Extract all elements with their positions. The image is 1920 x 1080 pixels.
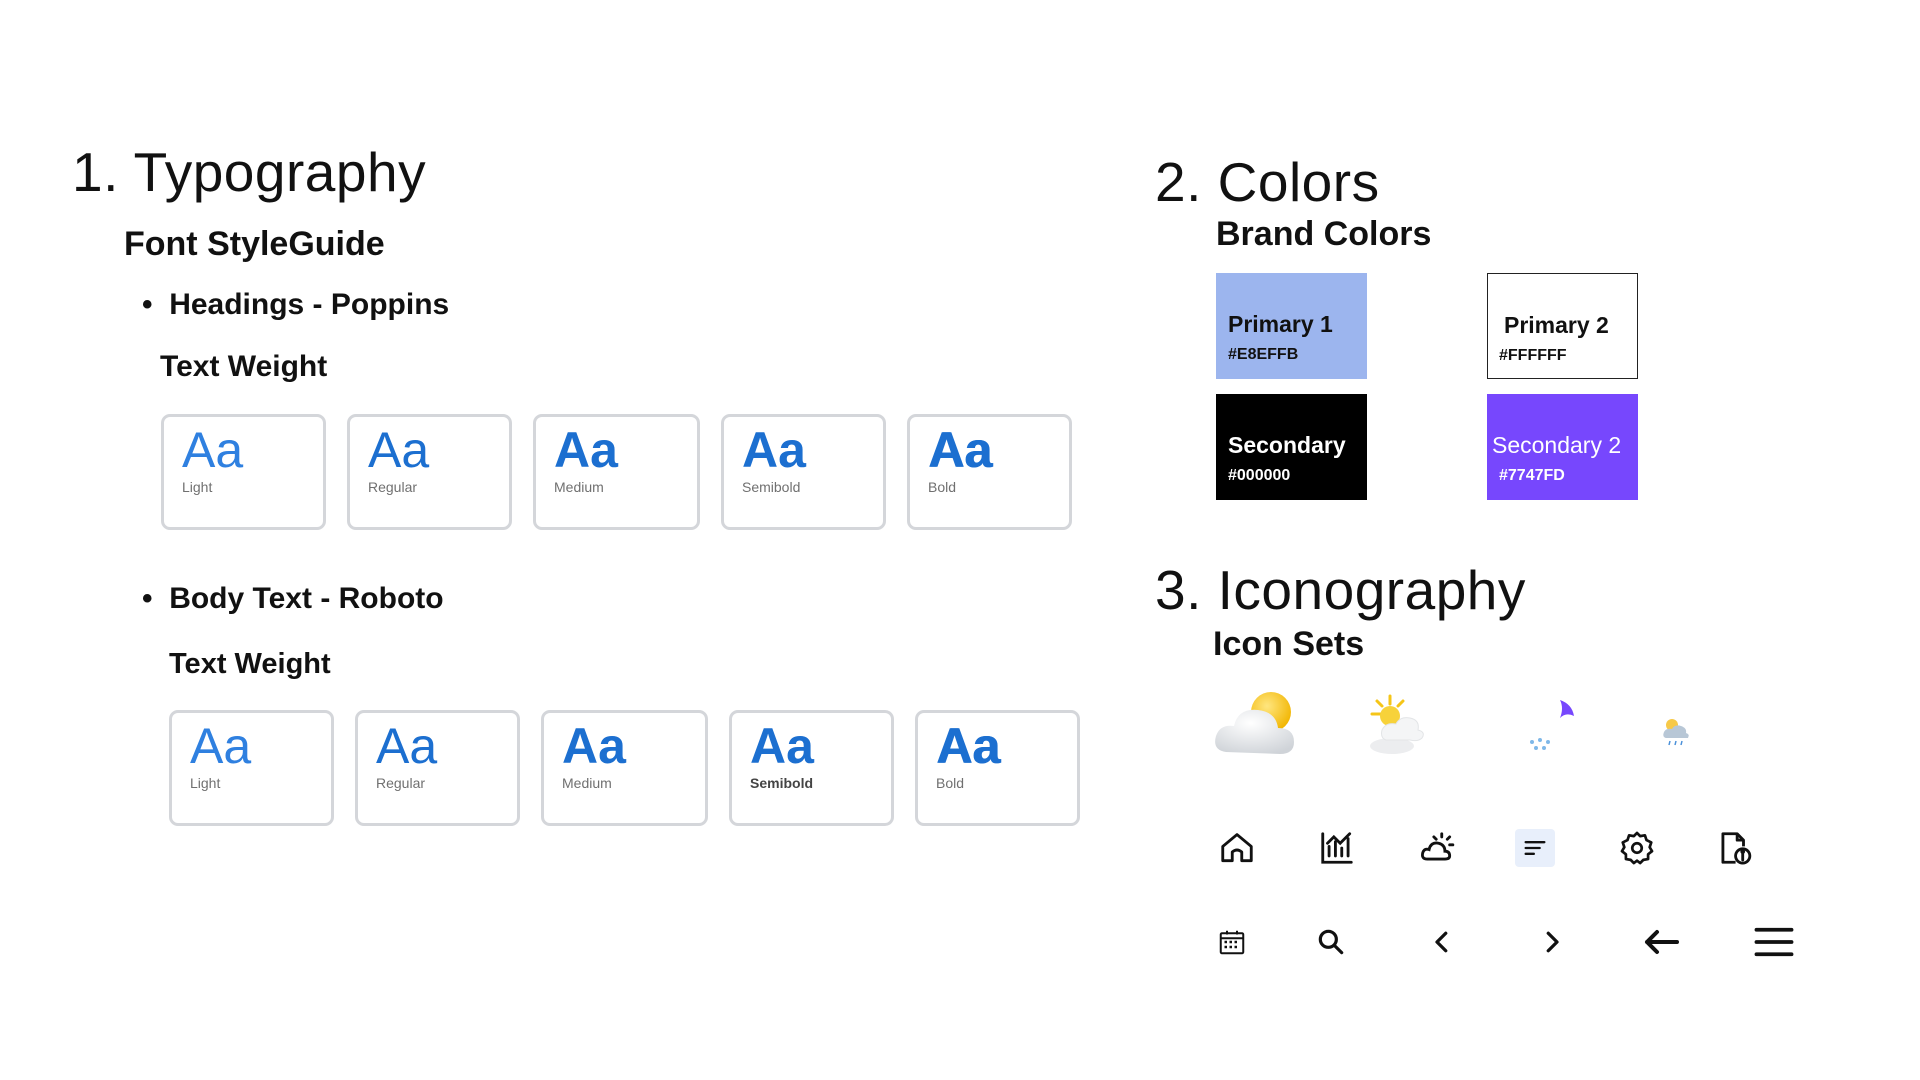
heading-sample-light: Aa — [182, 422, 244, 478]
sort-lines-icon[interactable] — [1515, 829, 1555, 867]
body-sample-bold: Aa — [936, 718, 1000, 774]
heading-weight-card-light: Aa Light — [161, 414, 326, 530]
body-sample-medium: Aa — [562, 718, 626, 774]
swatch-hex: #E8EFFB — [1228, 346, 1299, 363]
body-weight-card-medium: Aa Medium — [541, 710, 708, 826]
heading-weight-label: Semibold — [742, 479, 801, 495]
gear-icon[interactable] — [1615, 826, 1659, 870]
swatch-name: Primary 1 — [1228, 311, 1333, 337]
icon-sets-heading: Icon Sets — [1213, 625, 1365, 663]
headings-text-weight-title: Text Weight — [160, 350, 328, 383]
heading-weight-card-regular: Aa Regular — [347, 414, 512, 530]
swatch-name: Secondary 2 — [1492, 432, 1622, 458]
body-text-bullet: • Body Text - Roboto — [142, 582, 444, 616]
chevron-right-icon[interactable] — [1530, 920, 1574, 964]
search-icon[interactable] — [1309, 920, 1353, 964]
swatch-hex: #FFFFFF — [1499, 347, 1567, 364]
body-weight-label: Regular — [376, 775, 426, 791]
chevron-left-icon[interactable] — [1420, 920, 1464, 964]
swatch-primary-2: Primary 2 #FFFFFF — [1487, 273, 1638, 379]
iconography-title: 3. Iconography — [1155, 559, 1526, 621]
swatch-secondary: Secondary #000000 — [1216, 394, 1367, 500]
sun-behind-cloud-icon — [1360, 690, 1440, 770]
document-info-icon[interactable] — [1712, 826, 1756, 870]
body-weight-label: Semibold — [750, 775, 814, 791]
bullet-dot: • — [142, 288, 170, 321]
menu-icon[interactable] — [1752, 920, 1796, 964]
night-rain-icon — [1516, 690, 1586, 760]
heading-weight-card-semibold: Aa Semibold — [721, 414, 886, 530]
arrow-left-icon[interactable] — [1640, 920, 1684, 964]
heading-weight-label: Bold — [928, 479, 957, 495]
body-weight-label: Light — [190, 775, 221, 791]
weather-icon[interactable] — [1415, 826, 1459, 870]
partly-cloudy-icon — [1208, 688, 1308, 768]
swatch-secondary-2: Secondary 2 #7747FD — [1487, 394, 1638, 500]
body-weight-card-regular: Aa Regular — [355, 710, 520, 826]
body-sample-light: Aa — [190, 718, 252, 774]
heading-weight-label: Regular — [368, 479, 418, 495]
body-weight-card-bold: Aa Bold — [915, 710, 1080, 826]
heading-sample-regular: Aa — [368, 422, 430, 478]
swatch-name: Secondary — [1228, 432, 1346, 458]
brand-colors-heading: Brand Colors — [1216, 215, 1432, 253]
body-text-weight-title: Text Weight — [169, 648, 331, 680]
font-styleguide-heading: Font StyleGuide — [124, 225, 385, 263]
heading-weight-label: Medium — [554, 479, 604, 495]
body-weight-card-semibold: Aa Semibold — [729, 710, 894, 826]
headings-bullet: • Headings - Poppins — [142, 288, 449, 322]
body-font-label: Body Text - Roboto — [169, 582, 444, 615]
headings-font-label: Headings - Poppins — [169, 288, 450, 321]
home-icon[interactable] — [1215, 826, 1259, 870]
swatch-primary-1: Primary 1 #E8EFFB — [1216, 273, 1367, 379]
calendar-icon[interactable] — [1210, 920, 1254, 964]
body-weight-label: Bold — [936, 775, 965, 791]
heading-sample-bold: Aa — [928, 422, 992, 478]
heading-weight-card-bold: Aa Bold — [907, 414, 1072, 530]
swatch-name: Primary 2 — [1504, 312, 1609, 338]
heading-sample-medium: Aa — [554, 422, 618, 478]
heading-sample-semibold: Aa — [742, 422, 806, 478]
heading-weight-label: Light — [182, 479, 213, 495]
swatch-hex: #7747FD — [1499, 467, 1565, 484]
rain-cloud-icon — [1656, 712, 1696, 752]
body-sample-regular: Aa — [376, 718, 438, 774]
body-sample-semibold: Aa — [750, 718, 814, 774]
bar-chart-icon[interactable] — [1315, 826, 1359, 870]
swatch-hex: #000000 — [1228, 467, 1291, 484]
typography-title: 1. Typography — [72, 141, 427, 203]
body-weight-label: Medium — [562, 775, 612, 791]
colors-title: 2. Colors — [1155, 151, 1380, 213]
bullet-dot: • — [142, 582, 170, 615]
body-weight-card-light: Aa Light — [169, 710, 334, 826]
heading-weight-card-medium: Aa Medium — [533, 414, 700, 530]
